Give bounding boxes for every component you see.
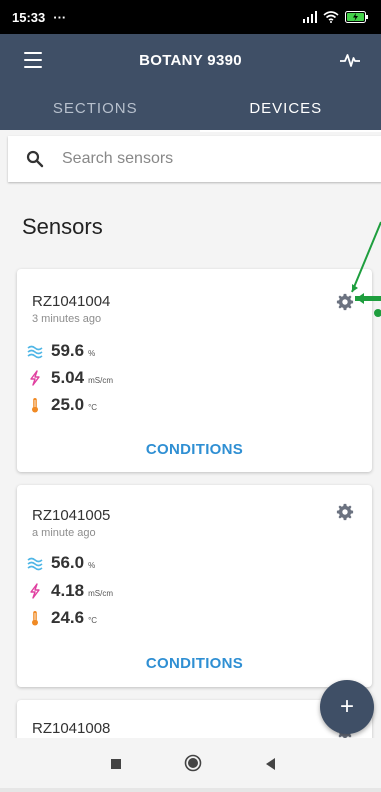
- search-input[interactable]: [60, 149, 344, 169]
- tab-devices[interactable]: DEVICES: [191, 86, 381, 130]
- moisture-reading: 56.0 %: [27, 553, 95, 573]
- conditions-button[interactable]: CONDITIONS: [17, 655, 372, 672]
- thermometer-icon: [32, 611, 38, 626]
- system-nav-bar: [0, 738, 381, 792]
- water-icon: [27, 557, 43, 571]
- moisture-value: 59.6: [51, 341, 85, 360]
- conductivity-unit: mS/cm: [88, 376, 113, 385]
- search-icon: [26, 150, 44, 168]
- nav-back-icon[interactable]: [264, 757, 276, 771]
- search-bar: [8, 136, 381, 182]
- sensor-updated: a minute ago: [32, 527, 96, 539]
- nav-circle-icon[interactable]: [184, 754, 202, 772]
- thermometer-icon: [32, 398, 38, 413]
- moisture-unit: %: [88, 349, 96, 358]
- add-sensor-button[interactable]: +: [320, 680, 374, 734]
- section-title: Sensors: [22, 214, 103, 239]
- lightning-icon: [30, 370, 40, 386]
- nav-bar-divider: [0, 788, 381, 792]
- sensor-id: RZ1041008: [32, 720, 111, 737]
- conductivity-value: 5.04: [51, 368, 85, 387]
- moisture-reading: 59.6 %: [27, 341, 95, 361]
- conductivity-value: 4.18: [51, 581, 85, 600]
- wifi-icon: [323, 11, 339, 23]
- water-icon: [27, 345, 43, 359]
- temperature-unit: °C: [88, 616, 98, 625]
- tab-sections[interactable]: SECTIONS: [0, 86, 191, 130]
- sensor-updated: 3 minutes ago: [32, 313, 102, 325]
- conductivity-unit: mS/cm: [88, 589, 113, 598]
- moisture-value: 56.0: [51, 553, 85, 572]
- gear-icon[interactable]: [336, 503, 354, 521]
- sensor-id: RZ1041005: [32, 507, 111, 524]
- app-title: BOTANY 9390: [139, 51, 242, 69]
- app-bar: BOTANY 9390 SECTIONS DEVICES: [0, 34, 381, 130]
- nav-square-icon[interactable]: [110, 758, 122, 770]
- conductivity-reading: 5.04 mS/cm: [27, 368, 113, 388]
- pulse-icon[interactable]: [339, 50, 361, 70]
- temperature-reading: 24.6 °C: [27, 608, 97, 628]
- status-bar: 15:33 ···: [0, 0, 381, 34]
- signal-icon: [303, 11, 317, 23]
- plus-icon: +: [339, 693, 354, 720]
- sensor-id: RZ1041004: [32, 293, 111, 310]
- lightning-icon: [30, 583, 40, 599]
- status-dots: ···: [53, 9, 67, 25]
- sensor-card[interactable]: RZ1041005 a minute ago 56.0 % 4.18 mS/cm…: [17, 485, 372, 687]
- temperature-unit: °C: [88, 403, 98, 412]
- battery-icon: [345, 11, 368, 23]
- status-time: 15:33: [12, 9, 46, 25]
- conditions-button[interactable]: CONDITIONS: [17, 441, 372, 458]
- gear-icon[interactable]: [336, 293, 354, 311]
- moisture-unit: %: [88, 561, 96, 570]
- menu-icon[interactable]: [24, 52, 42, 68]
- temperature-reading: 25.0 °C: [27, 395, 97, 415]
- sensor-card[interactable]: RZ1041004 3 minutes ago 59.6 % 5.04 mS/c…: [17, 269, 372, 472]
- conductivity-reading: 4.18 mS/cm: [27, 581, 113, 601]
- temperature-value: 24.6: [51, 608, 85, 627]
- temperature-value: 25.0: [51, 395, 85, 414]
- active-tab-indicator: [200, 130, 381, 132]
- tab-bar: SECTIONS DEVICES: [0, 86, 381, 130]
